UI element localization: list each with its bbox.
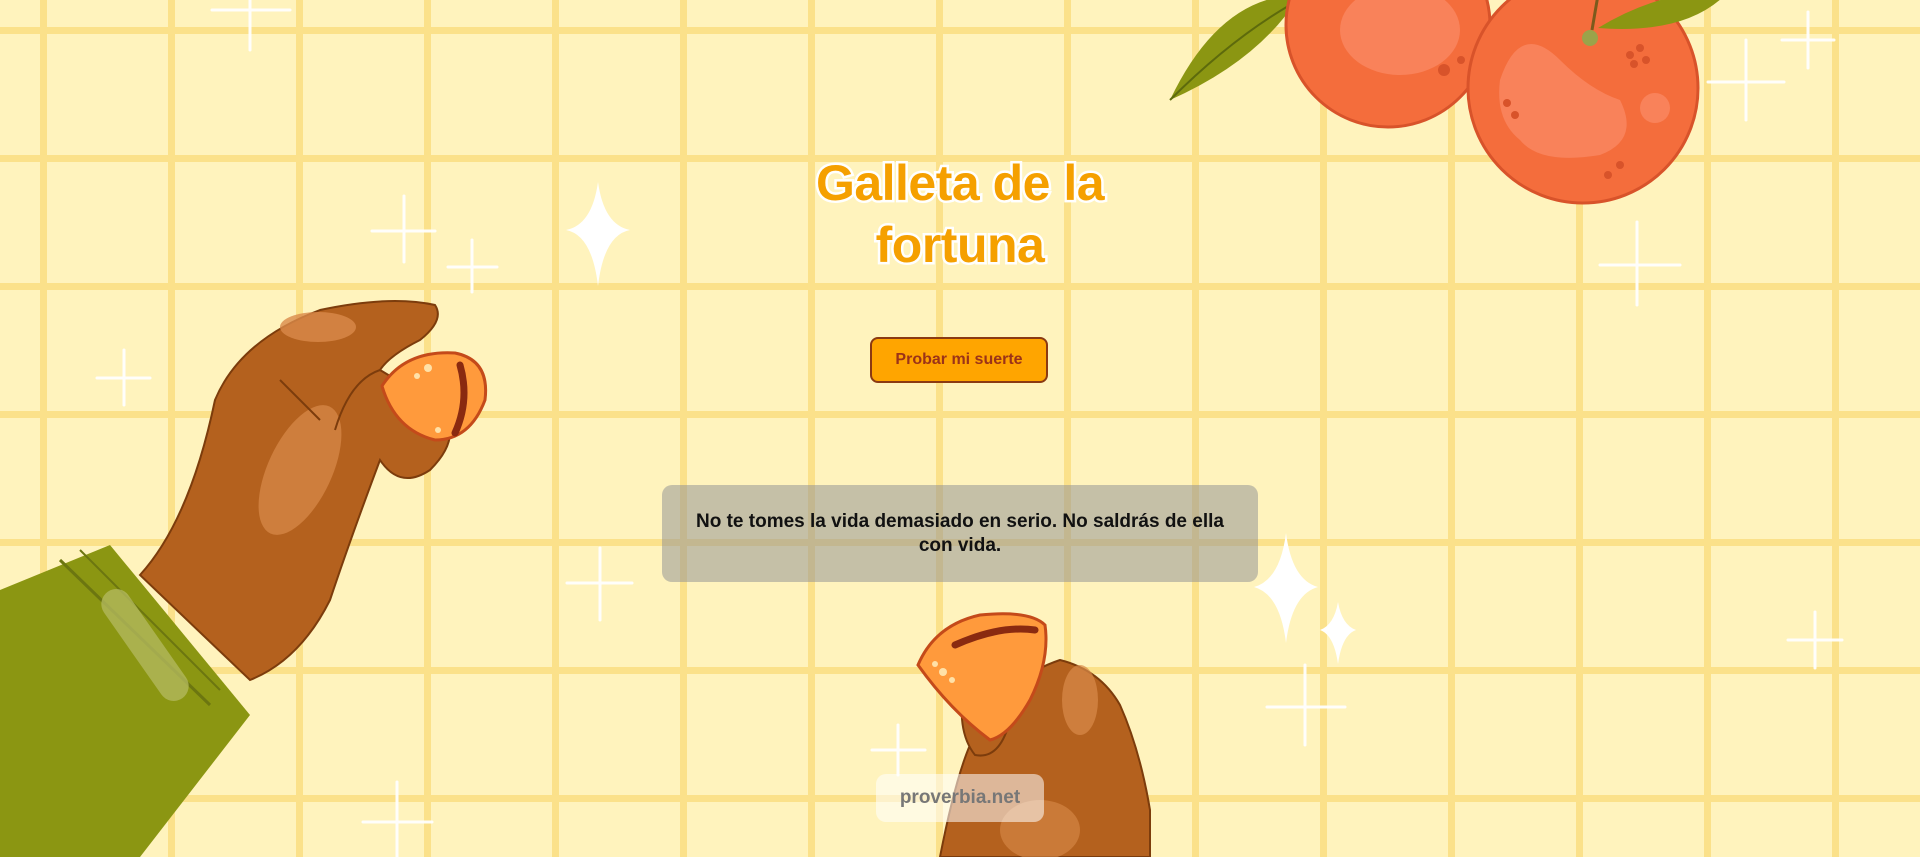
- fortune-message-box: No te tomes la vida demasiado en serio. …: [662, 485, 1258, 582]
- page-title: Galleta de la fortuna: [813, 152, 1107, 275]
- orange-icon: [1169, 0, 1720, 205]
- fortune-message: No te tomes la vida demasiado en serio. …: [696, 510, 1224, 556]
- source-link[interactable]: proverbia.net: [876, 774, 1044, 822]
- try-luck-button[interactable]: Probar mi suerte: [870, 337, 1048, 383]
- background-illustration: [0, 0, 1844, 857]
